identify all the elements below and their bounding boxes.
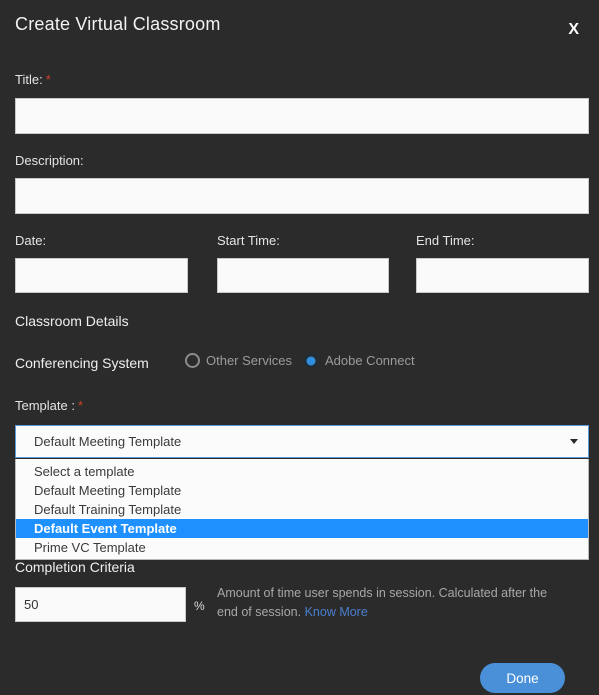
completion-criteria-heading: Completion Criteria: [15, 559, 135, 575]
title-field-label: Title: *: [15, 72, 51, 87]
completion-criteria-input[interactable]: [15, 587, 186, 622]
help-text: Amount of time user spends in session. C…: [217, 586, 548, 619]
description-field-label: Description:: [15, 153, 84, 168]
dropdown-item-select-a-template[interactable]: Select a template: [16, 462, 588, 481]
radio-unchecked-icon: [185, 353, 200, 368]
dropdown-item-default-training-template[interactable]: Default Training Template: [16, 500, 588, 519]
radio-label-adobe-connect: Adobe Connect: [324, 353, 415, 368]
date-input[interactable]: [15, 258, 188, 293]
template-select[interactable]: Default Meeting Template: [15, 425, 589, 458]
percent-symbol: %: [194, 599, 205, 613]
template-dropdown-list: Select a template Default Meeting Templa…: [15, 459, 589, 560]
dropdown-item-default-event-template[interactable]: Default Event Template: [16, 519, 588, 538]
start-time-input[interactable]: [217, 258, 389, 293]
know-more-link[interactable]: Know More: [305, 605, 368, 619]
conferencing-system-label: Conferencing System: [15, 355, 149, 371]
title-input[interactable]: [15, 98, 589, 134]
template-selected-value: Default Meeting Template: [34, 434, 182, 449]
template-label-text: Template :: [15, 398, 75, 413]
classroom-details-heading: Classroom Details: [15, 313, 129, 329]
done-button[interactable]: Done: [480, 663, 565, 693]
dropdown-item-prime-vc-template[interactable]: Prime VC Template: [16, 538, 588, 557]
close-icon[interactable]: X: [568, 22, 579, 38]
title-required-asterisk: *: [45, 72, 51, 87]
end-time-field-label: End Time:: [416, 233, 475, 248]
conferencing-system-radio-group: Other Services Adobe Connect: [185, 353, 427, 368]
chevron-down-icon: [570, 439, 578, 444]
template-required-asterisk: *: [77, 398, 84, 413]
radio-label-other-services: Other Services: [206, 353, 292, 368]
dropdown-item-default-meeting-template[interactable]: Default Meeting Template: [16, 481, 588, 500]
radio-option-adobe-connect[interactable]: Adobe Connect: [303, 353, 415, 368]
title-label-text: Title:: [15, 72, 43, 87]
description-input[interactable]: [15, 178, 589, 214]
template-field-label: Template : *: [15, 398, 83, 413]
radio-option-other-services[interactable]: Other Services: [185, 353, 292, 368]
end-time-input[interactable]: [416, 258, 589, 293]
create-virtual-classroom-dialog: Create Virtual Classroom X Title: * Descr…: [0, 0, 599, 695]
start-time-field-label: Start Time:: [217, 233, 280, 248]
date-field-label: Date:: [15, 233, 47, 248]
page-title: Create Virtual Classroom: [15, 14, 221, 34]
dialog-header: Create Virtual Classroom X: [0, 0, 599, 56]
completion-criteria-help-text: Amount of time user spends in session. C…: [217, 584, 569, 622]
radio-checked-icon: [303, 353, 319, 368]
